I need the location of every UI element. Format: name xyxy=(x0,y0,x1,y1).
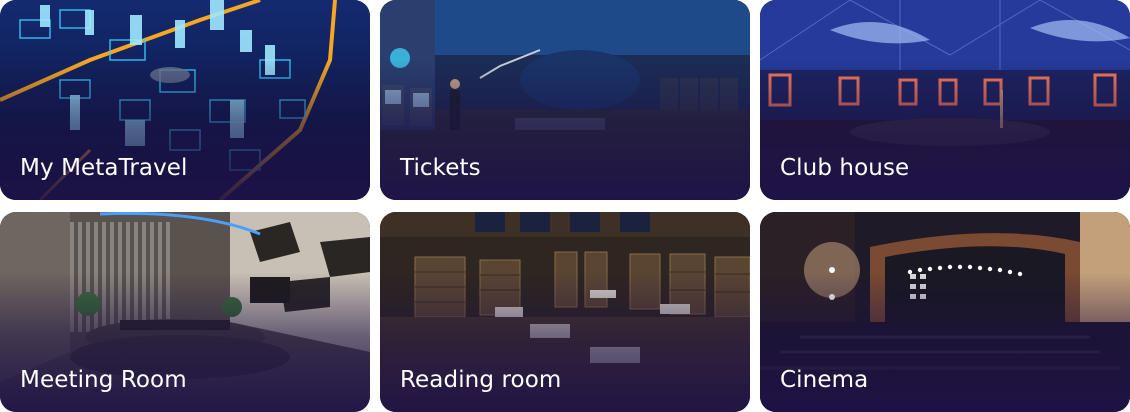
room-card-label: Reading room xyxy=(400,367,562,393)
room-card-my-metatravel[interactable]: My MetaTravel xyxy=(0,0,370,200)
room-card-meeting-room[interactable]: Meeting Room xyxy=(0,212,370,412)
room-card-label: Meeting Room xyxy=(20,367,187,393)
room-card-club-house[interactable]: Club house xyxy=(760,0,1130,200)
room-card-cinema[interactable]: Cinema xyxy=(760,212,1130,412)
room-card-label: My MetaTravel xyxy=(20,155,188,181)
room-card-reading-room[interactable]: Reading room xyxy=(380,212,750,412)
room-card-label: Club house xyxy=(780,155,910,181)
room-card-tickets[interactable]: Tickets xyxy=(380,0,750,200)
room-grid: My MetaTravel Tickets Club house Meeting… xyxy=(0,0,1130,412)
room-card-label: Cinema xyxy=(780,367,869,393)
room-card-label: Tickets xyxy=(400,155,481,181)
